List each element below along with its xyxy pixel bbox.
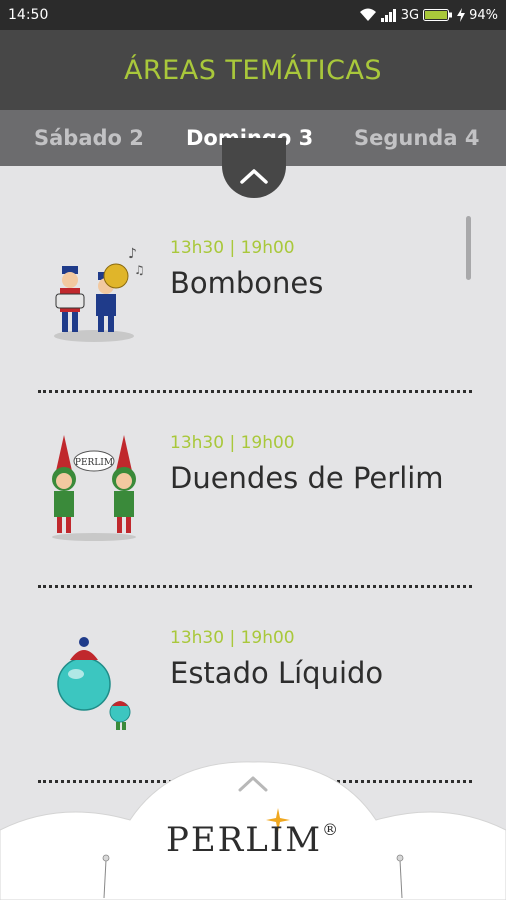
event-time: 13h30 | 19h00: [170, 238, 295, 258]
list-item[interactable]: 13h30 | 19h00 Estado Líquido: [0, 588, 506, 783]
list-item[interactable]: ♪ ♫ 13h30 | 19h00 Bombones: [0, 198, 506, 393]
event-title: Bombones: [170, 266, 324, 300]
tab-sabado[interactable]: Sábado 2: [34, 110, 144, 166]
svg-text:♫: ♫: [134, 263, 144, 277]
tab-segunda[interactable]: Segunda 4: [354, 110, 479, 166]
network-type: 3G: [400, 7, 420, 23]
list-item[interactable]: PERLIM 13h30 | 19h00 Duendes de Perlim: [0, 393, 506, 588]
battery-icon: [423, 9, 453, 21]
svg-text:PERLIM: PERLIM: [75, 458, 113, 468]
perlim-logo: PERLIM®: [0, 820, 506, 860]
chevron-up-icon: [240, 169, 268, 184]
status-icons: 3G 94%: [359, 8, 498, 23]
registered-mark: ®: [322, 820, 341, 839]
app-bar: ÁREAS TEMÁTICAS: [0, 30, 506, 110]
marching-band-icon: ♪ ♫: [54, 246, 144, 342]
signal-icon: [380, 9, 396, 22]
wifi-icon: [359, 8, 376, 21]
elves-icon: PERLIM: [52, 435, 136, 541]
bubble-character-icon: [57, 637, 131, 730]
status-bar: 14:50 3G 94%: [0, 0, 506, 30]
footer-cloud: PERLIM®: [0, 760, 506, 900]
expand-footer-button[interactable]: [236, 774, 270, 794]
svg-text:♪: ♪: [128, 246, 137, 262]
event-title: Estado Líquido: [170, 656, 384, 690]
event-title: Duendes de Perlim: [170, 461, 444, 495]
logo-text: PERLIM: [165, 820, 323, 860]
charging-icon: [457, 8, 466, 22]
battery-level: 94%: [469, 7, 498, 23]
page-title: ÁREAS TEMÁTICAS: [123, 54, 383, 86]
collapse-tabs-button[interactable]: [222, 138, 286, 198]
event-time: 13h30 | 19h00: [170, 433, 295, 453]
event-time: 13h30 | 19h00: [170, 628, 295, 648]
status-time: 14:50: [8, 7, 49, 23]
